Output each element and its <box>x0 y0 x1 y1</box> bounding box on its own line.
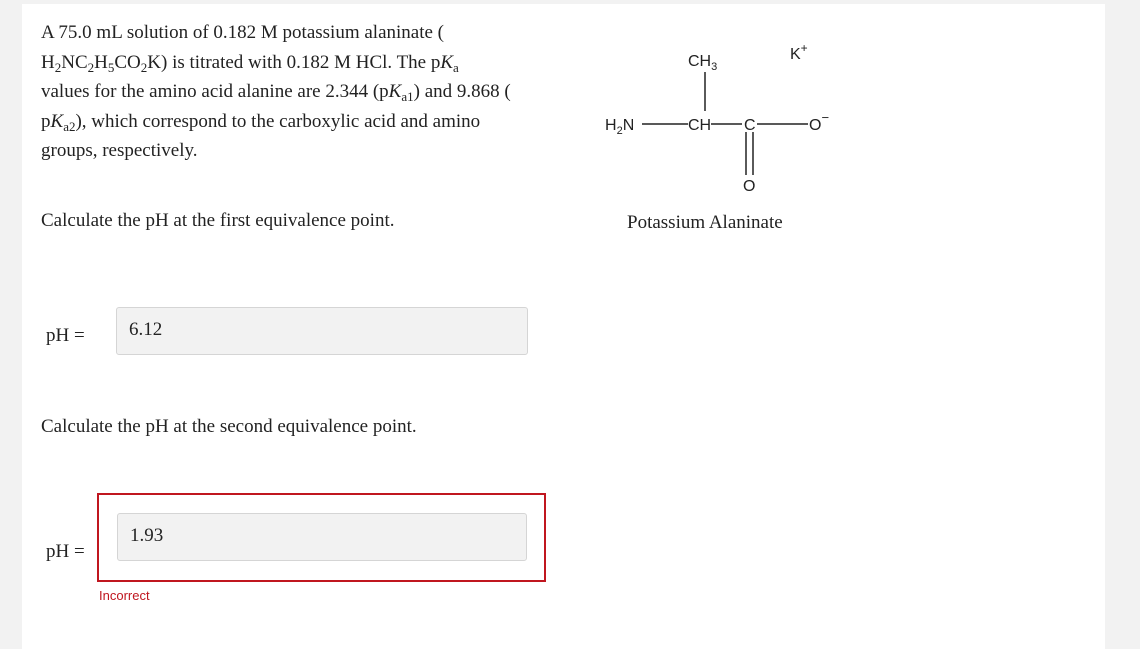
carbonyl-oxygen-label: O <box>743 178 755 195</box>
ph-input-1[interactable]: 6.12 <box>116 307 528 355</box>
ph-label-1: pH = <box>46 325 85 346</box>
structure-caption: Potassium Alaninate <box>627 212 783 233</box>
question-1-text: Calculate the pH at the first equivalenc… <box>41 210 395 231</box>
ph-input-2[interactable]: 1.93 <box>117 513 527 561</box>
ch-label: CH <box>688 117 711 134</box>
alaninate-structure: CH3 H2N CH C O− O K+ <box>590 36 850 201</box>
oxide-label: O− <box>809 110 829 134</box>
ch3-label: CH3 <box>688 53 717 73</box>
h2n-label: H2N <box>605 117 634 137</box>
carbonyl-carbon-label: C <box>744 117 756 134</box>
ph-label-2: pH = <box>46 541 85 562</box>
question-2-text: Calculate the pH at the second equivalen… <box>41 416 417 437</box>
potassium-label: K+ <box>790 41 808 63</box>
incorrect-feedback: Incorrect <box>99 588 150 603</box>
problem-statement: A 75.0 mL solution of 0.182 M potassium … <box>41 22 511 161</box>
